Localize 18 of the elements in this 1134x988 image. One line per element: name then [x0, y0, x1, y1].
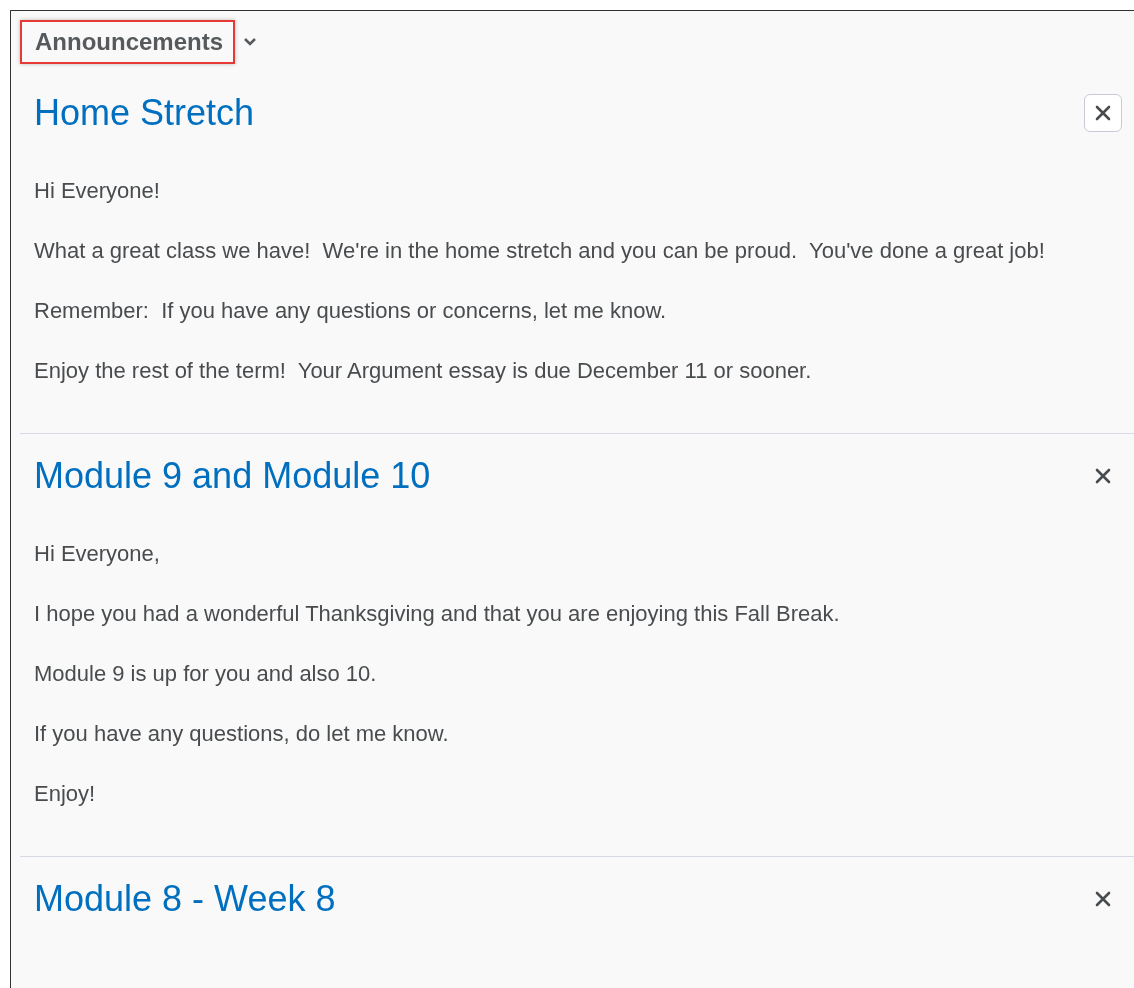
close-icon [1094, 104, 1112, 122]
close-icon [1094, 467, 1112, 485]
announcement-title[interactable]: Home Stretch [34, 88, 255, 138]
announcement-paragraph: What a great class we have! We're in the home stretch and you can be proud. You've done a great job! [34, 237, 1046, 265]
announcement-paragraph: Hi Everyone, [34, 540, 161, 568]
section-title: Announcements [20, 20, 235, 64]
announcement-paragraph: Enjoy! [34, 780, 97, 808]
announcement-paragraph: Module 9 is up for you and also 10. [34, 660, 378, 688]
announcement-paragraph: Hi Everyone! [34, 177, 161, 205]
announcement-title[interactable]: Module 8 - Week 8 [34, 874, 336, 924]
announcement-paragraph: Enjoy the rest of the term! Your Argument essay is due December 11 or sooner. [34, 357, 813, 385]
announcement-paragraph: If you have any questions, do let me know. [34, 720, 450, 748]
close-icon [1094, 890, 1112, 908]
chevron-down-icon[interactable] [243, 37, 257, 47]
announcement-paragraph: I hope you had a wonderful Thanksgiving and that you are enjoying this Fall Break. [34, 600, 841, 628]
announcement-title[interactable]: Module 9 and Module 10 [34, 451, 431, 501]
announcement-paragraph: Remember: If you have any questions or concerns, let me know. [34, 297, 668, 325]
close-button[interactable] [1084, 94, 1122, 132]
